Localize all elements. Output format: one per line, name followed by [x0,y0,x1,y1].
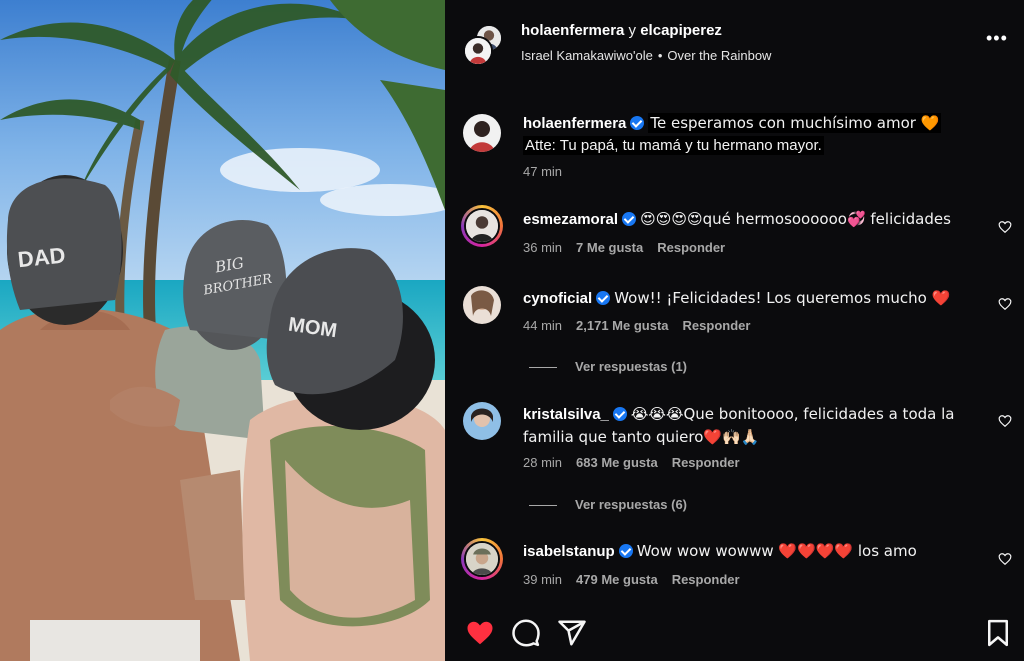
avatar-cynoficial[interactable] [463,286,501,324]
comment-meta: 36 min 7 Me gusta Responder [523,240,725,255]
cap-text-dad: DAD [17,242,67,272]
verified-icon [596,291,611,305]
comments-panel: holaenfermera y elcapiperez Israel Kamak… [445,0,1024,661]
comment-likes[interactable]: 2,171 Me gusta [576,318,669,333]
caption-meta: 47 min [523,164,562,179]
view-replies-label: Ver respuestas (1) [575,359,688,374]
post-photo[interactable]: DAD BIG BROTHER MOM [0,0,445,661]
authors-joiner: y [628,22,637,39]
comment-time[interactable]: 28 min [523,455,562,470]
avatar-kristalsilva[interactable] [463,402,501,440]
comment-username[interactable]: isabelstanup [523,543,615,560]
comment-username[interactable]: esmezamoral [523,211,618,228]
author-link-2[interactable]: elcapiperez [640,22,722,39]
comment-meta: 44 min 2,171 Me gusta Responder [523,318,750,333]
heart-outline-icon[interactable] [998,297,1012,311]
avatar-holaenfermera-caption[interactable] [463,114,501,152]
comment-time[interactable]: 36 min [523,240,562,255]
avatar-isabelstanup[interactable] [461,538,503,580]
comment-meta: 39 min 479 Me gusta Responder [523,572,740,587]
heart-outline-icon[interactable] [998,220,1012,234]
comment-text: kristalsilva_ 😭😭😭Que bonitoooo, felicidad… [523,403,973,449]
verified-icon [612,407,627,421]
comment-body: Wow!! ¡Felicidades! Los queremos mucho ❤… [614,289,951,307]
comment-time[interactable]: 39 min [523,572,562,587]
view-replies-button[interactable]: Ver respuestas (6) [529,497,687,512]
more-icon[interactable]: ••• [986,29,1007,53]
caption-line-1: Te esperamos con muchísimo amor 🧡 [648,113,942,133]
reply-button[interactable]: Responder [657,240,725,255]
comment-likes[interactable]: 479 Me gusta [576,572,658,587]
verified-icon [622,212,637,226]
comment-body: 😍😍😍😍qué hermosoooooo💞 felicidades [640,210,951,228]
comment-likes[interactable]: 7 Me gusta [576,240,643,255]
share-icon[interactable] [557,618,587,648]
comment-text: cynoficial Wow!! ¡Felicidades! Los querem… [523,287,973,310]
comment-likes[interactable]: 683 Me gusta [576,455,658,470]
avatar-esmezamoral[interactable] [461,205,503,247]
comment-meta: 28 min 683 Me gusta Responder [523,455,740,470]
comment-text: isabelstanup Wow wow wowww ❤️❤️❤️❤️ los a… [523,540,973,563]
verified-icon [630,116,645,130]
audio-separator: • [657,48,663,63]
post-viewer: DAD BIG BROTHER MOM holaenfermera y elca… [0,0,1024,661]
heart-filled-icon[interactable] [465,618,495,648]
audio-song: Over the Rainbow [667,48,772,63]
caption-text: holaenfermera Te esperamos con muchísimo … [523,112,973,157]
bookmark-icon[interactable] [983,618,1013,648]
replies-divider [529,367,557,369]
avatar-holaenfermera[interactable] [463,36,493,66]
heart-outline-icon[interactable] [998,414,1012,428]
audio-artist: Israel Kamakawiwo'ole [521,48,653,63]
comment-time[interactable]: 44 min [523,318,562,333]
more-label: ••• [986,28,1008,48]
replies-divider [529,505,557,507]
family-beach-photo: DAD BIG BROTHER MOM [0,0,445,661]
reply-button[interactable]: Responder [672,455,740,470]
comment-username[interactable]: cynoficial [523,290,592,307]
reply-button[interactable]: Responder [672,572,740,587]
audio-attribution[interactable]: Israel Kamakawiwo'ole • Over the Rainbow [521,48,771,63]
comment-username[interactable]: kristalsilva_ [523,406,609,423]
comment-icon[interactable] [511,618,541,648]
author-link-1[interactable]: holaenfermera [521,22,624,39]
action-bar [445,614,1024,654]
heart-outline-icon[interactable] [998,552,1012,566]
caption-line-2: Atte: Tu papá, tu mamá y tu hermano mayo… [523,136,824,155]
view-replies-label: Ver respuestas (6) [575,497,688,512]
post-header: holaenfermera y elcapiperez Israel Kamak… [445,0,1024,86]
verified-icon [618,544,633,558]
caption-username[interactable]: holaenfermera [523,115,626,132]
reply-button[interactable]: Responder [683,318,751,333]
comment-text: esmezamoral 😍😍😍😍qué hermosoooooo💞 felicid… [523,208,973,231]
post-authors: holaenfermera y elcapiperez [521,22,722,39]
view-replies-button[interactable]: Ver respuestas (1) [529,359,687,374]
comment-body: Wow wow wowww ❤️❤️❤️❤️ los amo [636,542,917,560]
collab-avatars[interactable] [463,24,505,66]
caption-time[interactable]: 47 min [523,164,562,179]
